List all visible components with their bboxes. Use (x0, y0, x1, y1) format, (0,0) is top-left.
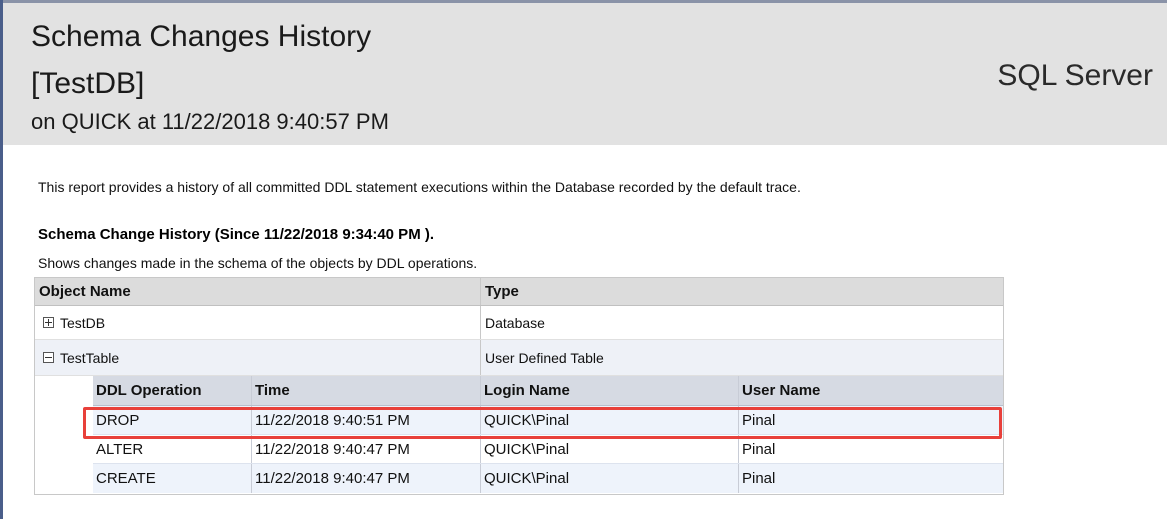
column-divider (738, 464, 739, 493)
column-divider (251, 435, 252, 463)
table-row[interactable]: ALTER 11/22/2018 9:40:47 PM QUICK\Pinal … (93, 435, 1003, 464)
report-description: This report provides a history of all co… (38, 179, 801, 195)
ddl-operation-cell: ALTER (96, 440, 144, 458)
collapse-toggle-icon[interactable] (43, 352, 54, 363)
object-type-cell: Database (485, 314, 545, 331)
column-divider (480, 376, 481, 405)
object-name-label[interactable]: TestTable (60, 350, 119, 366)
time-cell: 11/22/2018 9:40:47 PM (255, 440, 410, 458)
column-divider (480, 306, 481, 339)
object-type-cell: User Defined Table (485, 349, 604, 366)
object-name-cell: TestDB (43, 306, 105, 339)
report-subtitle: on QUICK at 11/22/2018 9:40:57 PM (31, 109, 389, 134)
report-title: Schema Changes History (31, 20, 372, 53)
column-divider (738, 435, 739, 463)
user-name-cell: Pinal (742, 470, 776, 487)
ddl-operation-cell: CREATE (96, 470, 156, 487)
column-divider (480, 340, 481, 375)
details-header-row: DDL Operation Time Login Name User Name (93, 376, 1003, 406)
product-name: SQL Server (997, 59, 1153, 92)
highlight-box (83, 407, 1002, 439)
column-divider (251, 376, 252, 405)
user-name-cell: Pinal (742, 440, 776, 458)
section-title: Schema Change History (Since 11/22/2018 … (38, 226, 435, 243)
grid-header-row: Object Name Type (35, 278, 1003, 306)
object-name-cell: TestTable (43, 340, 119, 375)
column-header-user-name[interactable]: User Name (742, 376, 820, 405)
column-header-object-name[interactable]: Object Name (39, 278, 131, 305)
database-name: [TestDB] (31, 67, 145, 100)
table-row[interactable]: CREATE 11/22/2018 9:40:47 PM QUICK\Pinal… (93, 464, 1003, 493)
time-cell: 11/22/2018 9:40:47 PM (255, 470, 410, 487)
object-name-label[interactable]: TestDB (60, 315, 105, 331)
expand-toggle-icon[interactable] (43, 317, 54, 328)
table-row: TestTable User Defined Table (35, 340, 1003, 376)
column-divider (251, 464, 252, 493)
table-row: TestDB Database (35, 306, 1003, 340)
column-header-ddl-operation[interactable]: DDL Operation (96, 376, 202, 405)
column-header-type[interactable]: Type (485, 278, 519, 305)
column-divider (738, 376, 739, 405)
section-subtitle: Shows changes made in the schema of the … (38, 255, 478, 271)
column-divider (480, 278, 481, 305)
column-header-time[interactable]: Time (255, 376, 290, 405)
column-divider (480, 435, 481, 463)
login-name-cell: QUICK\Pinal (484, 440, 570, 458)
login-name-cell: QUICK\Pinal (484, 470, 570, 487)
report-header: Schema Changes History [TestDB] on QUICK… (3, 3, 1167, 145)
schema-history-grid: Object Name Type TestDB Database TestTab… (34, 277, 1004, 495)
column-divider (480, 464, 481, 493)
column-header-login-name[interactable]: Login Name (484, 376, 570, 405)
